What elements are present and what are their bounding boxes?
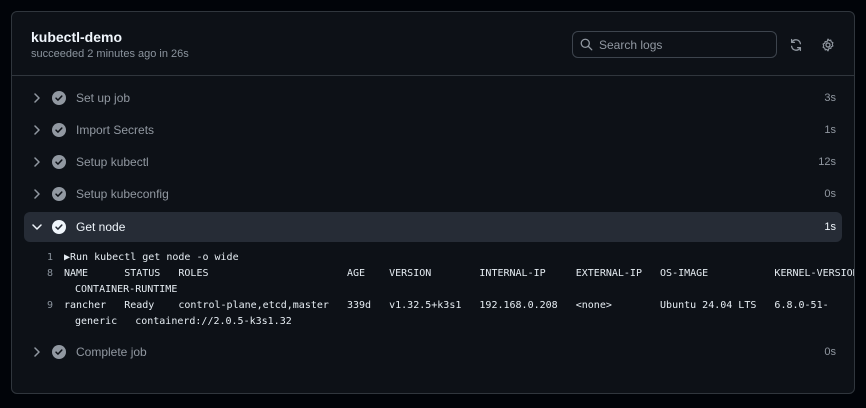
job-title: kubectl-demo xyxy=(31,29,123,45)
step-complete-job[interactable]: Complete job 0s xyxy=(24,336,842,368)
check-circle-icon xyxy=(52,220,66,234)
check-circle-icon xyxy=(52,91,66,105)
log-text-wrap: CONTAINER-RUNTIME xyxy=(75,284,178,295)
chevron-right-icon xyxy=(32,93,42,103)
chevron-right-icon xyxy=(32,347,42,357)
log-line[interactable]: 9 rancher Ready control-plane,etcd,maste… xyxy=(12,298,854,314)
step-name: Complete job xyxy=(76,345,147,359)
job-header: kubectl-demo succeeded 2 minutes ago in … xyxy=(12,12,854,76)
search-logs-box[interactable] xyxy=(572,31,777,58)
log-line[interactable]: 1 ▶Run kubectl get node -o wide xyxy=(12,250,854,266)
chevron-right-icon xyxy=(32,125,42,135)
step-get-node[interactable]: Get node 1s xyxy=(24,212,842,242)
job-log-panel: kubectl-demo succeeded 2 minutes ago in … xyxy=(11,11,855,394)
step-name: Setup kubeconfig xyxy=(76,187,169,201)
step-duration: 12s xyxy=(818,156,836,168)
job-subtitle: succeeded 2 minutes ago in 26s xyxy=(31,48,189,60)
step-log-output: 1 ▶Run kubectl get node -o wide 8 NAME S… xyxy=(12,243,854,336)
chevron-right-icon xyxy=(32,157,42,167)
step-name: Import Secrets xyxy=(76,123,155,137)
step-duration: 1s xyxy=(824,221,836,233)
step-duration: 0s xyxy=(824,188,836,200)
step-duration: 0s xyxy=(824,346,836,358)
check-circle-icon xyxy=(52,187,66,201)
check-circle-icon xyxy=(52,345,66,359)
refresh-icon xyxy=(790,38,801,51)
check-circle-icon xyxy=(52,155,66,169)
step-setup-kubectl[interactable]: Setup kubectl 12s xyxy=(24,146,842,178)
line-number[interactable]: 9 xyxy=(12,298,64,314)
step-set-up-job[interactable]: Set up job 3s xyxy=(24,82,842,114)
log-text: ▶Run kubectl get node -o wide xyxy=(64,252,239,263)
line-number[interactable]: 8 xyxy=(12,266,64,282)
step-name: Setup kubectl xyxy=(76,155,149,169)
log-text: rancher Ready control-plane,etcd,master … xyxy=(64,300,829,311)
line-number[interactable]: 1 xyxy=(12,250,64,266)
search-icon xyxy=(580,38,593,51)
log-text-wrap: generic containerd://2.0.5-k3s1.32 xyxy=(75,316,292,327)
log-text: NAME STATUS ROLES AGE VERSION INTERNAL-I… xyxy=(64,268,855,279)
check-circle-icon xyxy=(52,123,66,137)
step-setup-kubeconfig[interactable]: Setup kubeconfig 0s xyxy=(24,178,842,210)
step-import-secrets[interactable]: Import Secrets 1s xyxy=(24,114,842,146)
gear-icon xyxy=(822,37,833,52)
step-duration: 1s xyxy=(824,124,836,136)
step-duration: 3s xyxy=(824,92,836,104)
settings-button[interactable] xyxy=(819,36,836,53)
refresh-button[interactable] xyxy=(787,36,804,53)
log-line[interactable]: 8 NAME STATUS ROLES AGE VERSION INTERNAL… xyxy=(12,266,854,282)
steps-list: Set up job 3s Import Secrets 1s Setup ku… xyxy=(12,82,854,368)
search-logs-input[interactable] xyxy=(599,37,769,52)
chevron-down-icon xyxy=(32,222,42,232)
step-name: Get node xyxy=(76,220,126,234)
chevron-right-icon xyxy=(32,189,42,199)
step-name: Set up job xyxy=(76,91,131,105)
